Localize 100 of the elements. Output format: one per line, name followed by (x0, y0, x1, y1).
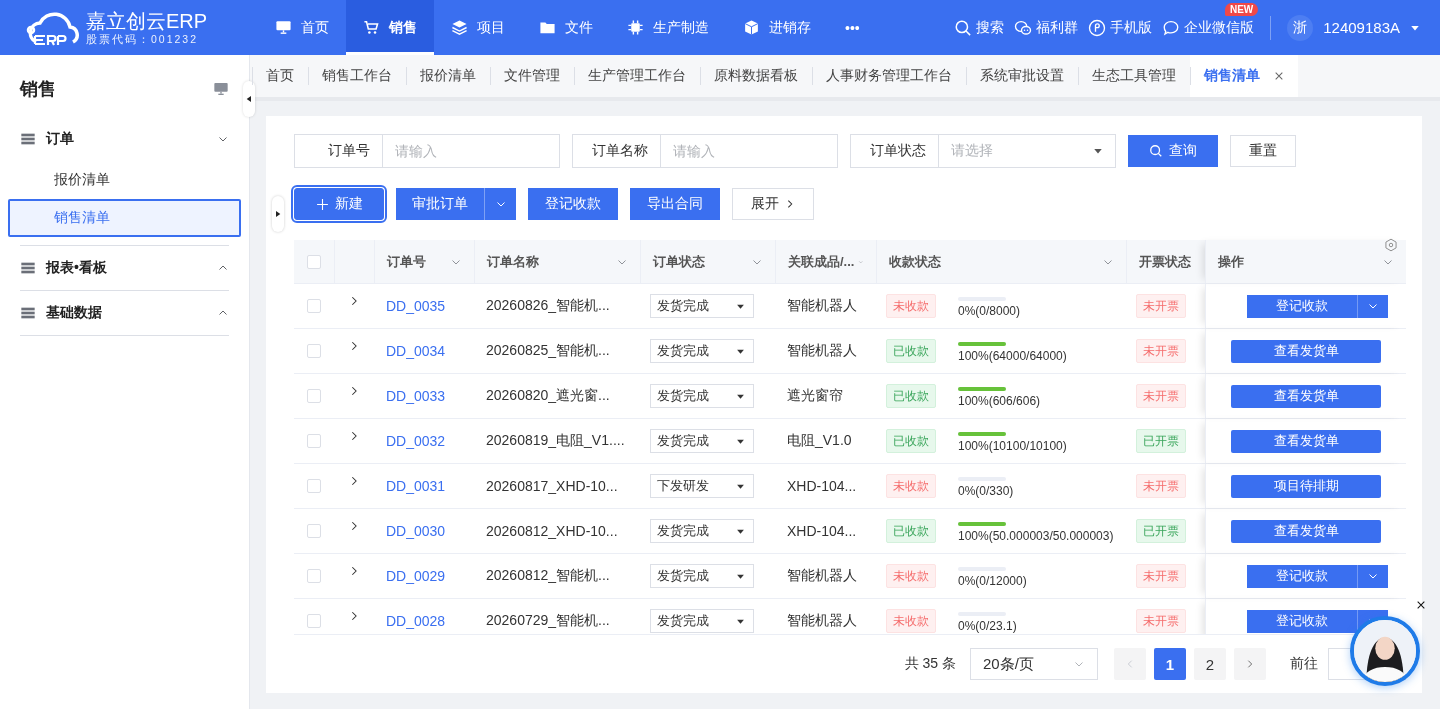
order-link[interactable]: DD_0032 (386, 433, 446, 449)
sidebar-title: 销售 (20, 78, 56, 101)
toolbar-link[interactable]: 搜索 (954, 18, 1005, 37)
invoice-tag: 未开票 (1136, 339, 1186, 363)
action-button[interactable]: 导出合同 (630, 188, 720, 220)
field-label: 订单状态 (850, 134, 939, 168)
row-action-button[interactable]: 项目待排期 (1231, 474, 1381, 498)
field-label: 订单号 (294, 134, 383, 168)
table-cell: XHD-104... (787, 523, 857, 539)
progress-text: 100%(64000/64000) (958, 348, 1067, 363)
page-button[interactable]: 2 (1194, 648, 1226, 680)
tab[interactable]: 原料数据看板 (700, 55, 812, 97)
nav-item[interactable]: 项目 (434, 0, 522, 55)
toolbar-link[interactable]: 手机版 (1088, 18, 1153, 37)
search-button[interactable]: 查询 (1128, 135, 1218, 167)
toolbar-link[interactable]: 福利群 (1014, 18, 1079, 37)
field-label: 订单名称 (572, 134, 661, 168)
order-link[interactable]: DD_0030 (386, 523, 446, 539)
page-size-select[interactable]: 20条/页 (970, 648, 1098, 680)
row-action-button[interactable]: 查看发货单 (1231, 384, 1381, 408)
status-select[interactable]: 下发研发 (650, 474, 754, 498)
payment-tag: 已收款 (886, 519, 936, 543)
sidebar-item[interactable]: 销售清单 (8, 199, 241, 237)
column-header: 开票状态 (1139, 252, 1191, 271)
payment-tag: 已收款 (886, 339, 936, 363)
action-button[interactable]: 登记收款 (528, 188, 618, 220)
table-cell: 20260825_智能机... (486, 342, 610, 360)
user-avatar: 浙 (1287, 14, 1314, 41)
invoice-tag: 已开票 (1136, 519, 1186, 543)
progress-text: 100%(606/606) (958, 393, 1041, 408)
invoice-tag: 已开票 (1136, 429, 1186, 453)
nav-item[interactable]: 销售 (346, 0, 434, 55)
invoice-tag: 未开票 (1136, 564, 1186, 588)
payment-tag: 未收款 (886, 564, 936, 588)
input-field[interactable]: 请输入 (661, 134, 838, 168)
order-link[interactable]: DD_0031 (386, 478, 446, 494)
tab[interactable]: 生产管理工作台 (574, 55, 700, 97)
tab[interactable]: 报价清单 (406, 55, 490, 97)
goto-label: 前往 (1290, 655, 1318, 673)
column-header: 收款状态 (889, 252, 941, 271)
order-link[interactable]: DD_0035 (386, 298, 446, 314)
status-select[interactable]: 发货完成 (650, 564, 754, 588)
column-header: 订单号 (387, 252, 426, 271)
user-name[interactable]: 12409183A (1323, 19, 1400, 36)
table-cell: XHD-104... (787, 478, 857, 494)
tab[interactable]: 生态工具管理 (1078, 55, 1190, 97)
tab[interactable]: 销售工作台 (308, 55, 406, 97)
table-cell: 20260812_XHD-10... (486, 523, 618, 539)
nav-item[interactable]: 进销存 (726, 0, 828, 55)
tab[interactable]: 销售清单 (1190, 55, 1298, 97)
payment-tag: 未收款 (886, 294, 936, 318)
table-cell: 遮光窗帘 (787, 387, 843, 405)
sidebar-group[interactable]: 订单 (20, 117, 229, 161)
order-link[interactable]: DD_0029 (386, 568, 446, 584)
table-cell: 智能机器人 (787, 612, 857, 630)
status-select[interactable]: 发货完成 (650, 294, 754, 318)
tab[interactable]: 系统审批设置 (966, 55, 1078, 97)
order-link[interactable]: DD_0033 (386, 388, 446, 404)
new-badge: NEW (1224, 2, 1259, 16)
expand-button[interactable]: 展开 (732, 188, 814, 220)
status-select[interactable]: 发货完成 (650, 339, 754, 363)
status-select[interactable]: 发货完成 (650, 429, 754, 453)
input-field[interactable]: 请输入 (383, 134, 560, 168)
table-cell: 智能机器人 (787, 297, 857, 315)
table-cell: 电阻_V1.0 (787, 432, 852, 450)
tab[interactable]: 人事财务管理工作台 (812, 55, 966, 97)
progress-text: 0%(0/12000) (958, 573, 1027, 588)
status-select[interactable]: 发货完成 (650, 519, 754, 543)
tab[interactable]: 文件管理 (490, 55, 574, 97)
nav-item[interactable]: 生产制造 (610, 0, 726, 55)
toolbar-link[interactable]: 企业微信版 (1162, 18, 1255, 37)
status-select[interactable]: 发货完成 (650, 384, 754, 408)
nav-item[interactable]: ••• (828, 0, 877, 55)
page-button[interactable]: 1 (1154, 648, 1186, 680)
payment-tag: 未收款 (886, 609, 936, 633)
row-action-button[interactable]: 查看发货单 (1231, 429, 1381, 453)
tab[interactable]: 首页 (252, 55, 308, 97)
payment-tag: 已收款 (886, 384, 936, 408)
reset-button[interactable]: 重置 (1230, 135, 1296, 167)
table-cell: 20260729_智能机... (486, 612, 610, 630)
order-link[interactable]: DD_0028 (386, 613, 446, 629)
stock-code: 股票代码：001232 (86, 32, 200, 47)
order-link[interactable]: DD_0034 (386, 343, 446, 359)
progress-text: 100%(10100/10100) (958, 438, 1067, 453)
column-header: 操作 (1218, 252, 1244, 271)
create-button[interactable]: 新建 (294, 188, 384, 220)
row-action-button[interactable]: 查看发货单 (1231, 519, 1381, 543)
invoice-tag: 未开票 (1136, 294, 1186, 318)
nav-item[interactable]: 首页 (258, 0, 346, 55)
sidebar-group[interactable]: 报表•看板 (20, 246, 229, 290)
progress-text: 100%(50.000003/50.000003) (958, 528, 1114, 543)
sidebar-group[interactable]: 基础数据 (20, 291, 229, 335)
nav-item[interactable]: 文件 (522, 0, 610, 55)
table-cell: 智能机器人 (787, 342, 857, 360)
row-action-button[interactable]: 查看发货单 (1231, 339, 1381, 363)
progress-text: 0%(0/8000) (958, 303, 1021, 318)
table-cell: 20260820_遮光窗... (486, 387, 610, 405)
status-select[interactable]: 发货完成 (650, 609, 754, 633)
logo-text: 嘉立创云ERP (86, 8, 208, 33)
sidebar-item[interactable]: 报价清单 (8, 161, 241, 199)
